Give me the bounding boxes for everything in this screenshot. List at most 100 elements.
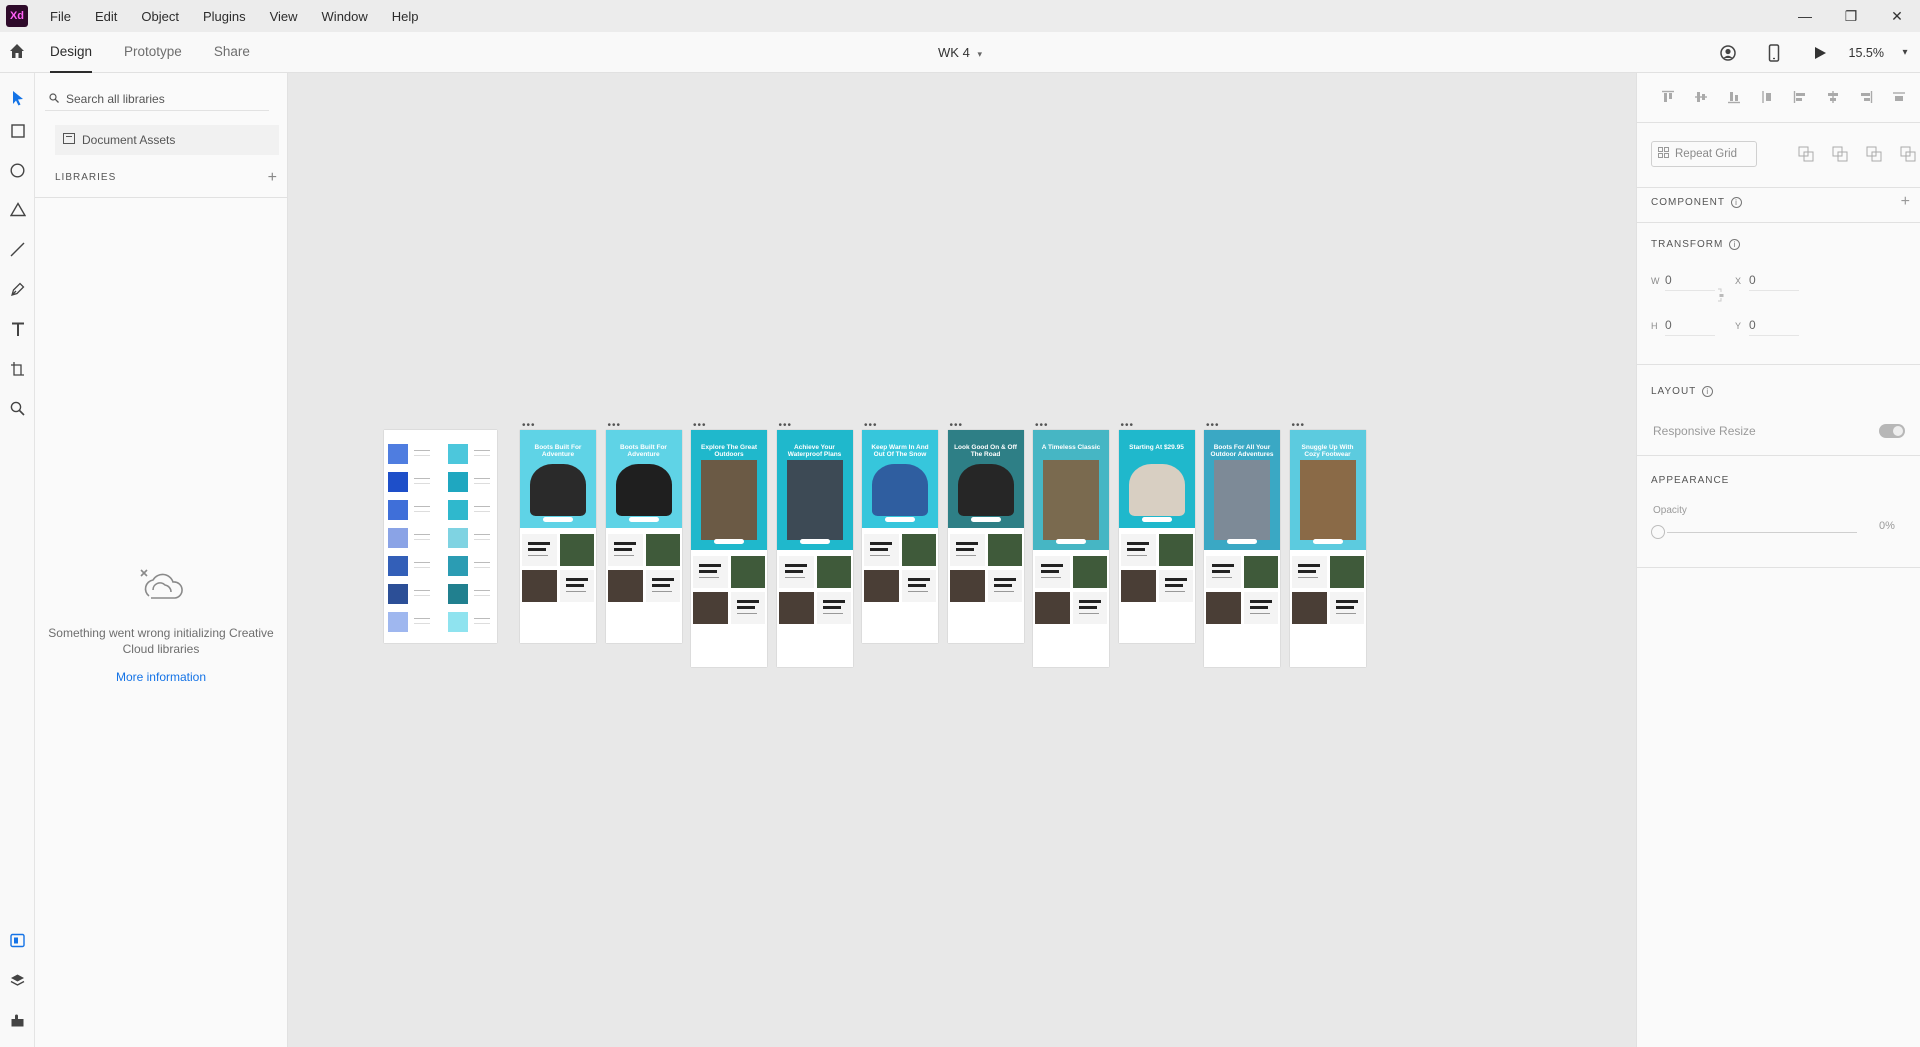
repeat-grid-button[interactable]: Repeat Grid: [1651, 141, 1757, 167]
menu-view[interactable]: View: [258, 9, 310, 24]
color-swatch[interactable]: [448, 528, 468, 548]
canvas[interactable]: ••• Boots Built For Adventure ••• Boots Bui…: [288, 73, 1636, 1047]
artboard-menu-icon[interactable]: •••: [693, 421, 707, 431]
library-search[interactable]: Search all libraries: [45, 87, 269, 111]
search-input[interactable]: Search all libraries: [66, 92, 165, 106]
width-input[interactable]: 0: [1665, 273, 1715, 291]
color-swatch[interactable]: [388, 528, 408, 548]
width-field[interactable]: W 0: [1651, 273, 1715, 291]
align-middle-icon[interactable]: [1684, 87, 1717, 107]
shop-now-button[interactable]: [1227, 539, 1257, 544]
color-swatch[interactable]: [388, 584, 408, 604]
libraries-panel-icon[interactable]: [7, 930, 28, 951]
artboard-menu-icon[interactable]: •••: [950, 421, 964, 431]
responsive-resize-toggle[interactable]: [1879, 424, 1905, 438]
artboard-tool-icon[interactable]: [7, 358, 28, 379]
artboard-menu-icon[interactable]: •••: [779, 421, 793, 431]
artboard-menu-icon[interactable]: •••: [864, 421, 878, 431]
artboard-style-guide[interactable]: [384, 430, 497, 643]
color-swatch[interactable]: [448, 500, 468, 520]
restore-button[interactable]: ❐: [1828, 0, 1874, 32]
menu-file[interactable]: File: [38, 9, 83, 24]
shop-now-button[interactable]: [799, 539, 830, 544]
artboard-email[interactable]: Achieve Your Waterproof Plans: [776, 430, 853, 667]
account-icon[interactable]: [1705, 44, 1751, 62]
shop-now-button[interactable]: [1141, 517, 1172, 522]
color-swatch[interactable]: [448, 556, 468, 576]
menu-window[interactable]: Window: [310, 9, 380, 24]
lock-aspect-icon[interactable]: [1717, 288, 1725, 307]
shop-now-button[interactable]: [714, 539, 744, 544]
align-left-icon[interactable]: [1783, 87, 1816, 107]
line-tool-icon[interactable]: [7, 239, 28, 260]
artboard-menu-icon[interactable]: •••: [1121, 421, 1135, 431]
menu-object[interactable]: Object: [129, 9, 191, 24]
polygon-tool-icon[interactable]: [7, 199, 28, 220]
color-swatch[interactable]: [448, 444, 468, 464]
opacity-value[interactable]: 0%: [1879, 520, 1895, 532]
add-boolean-icon[interactable]: [1789, 145, 1823, 163]
artboard-email[interactable]: Keep Warm In And Out Of The Snow: [862, 430, 938, 643]
height-field[interactable]: H 0: [1651, 318, 1715, 336]
ellipse-tool-icon[interactable]: [7, 160, 28, 181]
y-field[interactable]: Y 0: [1735, 318, 1799, 336]
tab-share[interactable]: Share: [214, 32, 250, 73]
color-swatch[interactable]: [388, 472, 408, 492]
minimize-button[interactable]: —: [1782, 0, 1828, 32]
add-component-plus-icon[interactable]: +: [1901, 193, 1910, 211]
more-information-link[interactable]: More information: [45, 670, 277, 684]
zoom-tool-icon[interactable]: [7, 398, 28, 419]
opacity-slider-knob[interactable]: [1651, 525, 1665, 539]
align-center-icon[interactable]: [1816, 87, 1849, 107]
menu-edit[interactable]: Edit: [83, 9, 129, 24]
rectangle-tool-icon[interactable]: [7, 120, 28, 141]
artboard-menu-icon[interactable]: •••: [1035, 421, 1049, 431]
home-icon[interactable]: [8, 42, 28, 62]
artboard-email[interactable]: Boots Built For Adventure: [520, 430, 596, 643]
distribute-horizontal-icon[interactable]: [1882, 87, 1915, 107]
color-swatch[interactable]: [448, 612, 468, 632]
exclude-boolean-icon[interactable]: [1891, 145, 1920, 163]
layers-panel-icon[interactable]: [7, 970, 28, 991]
align-right-icon[interactable]: [1849, 87, 1882, 107]
artboard-email[interactable]: Boots For All Your Outdoor Adventures: [1204, 430, 1280, 667]
info-icon[interactable]: i: [1731, 197, 1742, 208]
distribute-vertical-icon[interactable]: [1750, 87, 1783, 107]
select-tool-icon[interactable]: [7, 87, 28, 108]
color-swatch[interactable]: [448, 584, 468, 604]
document-assets-item[interactable]: Document Assets: [55, 125, 279, 155]
height-input[interactable]: 0: [1665, 318, 1715, 336]
x-input[interactable]: 0: [1749, 273, 1799, 291]
color-swatch[interactable]: [388, 556, 408, 576]
artboard-email[interactable]: Snuggle Up With Cozy Footwear: [1289, 430, 1366, 667]
artboard-email[interactable]: Boots Built For Adventure: [605, 430, 682, 643]
info-icon[interactable]: i: [1729, 239, 1741, 250]
artboard-menu-icon[interactable]: •••: [1206, 421, 1220, 431]
zoom-level[interactable]: 15.5%: [1843, 46, 1890, 60]
shop-now-button[interactable]: [1312, 539, 1343, 544]
subtract-boolean-icon[interactable]: [1823, 145, 1857, 163]
align-top-icon[interactable]: [1651, 87, 1684, 107]
tab-design[interactable]: Design: [50, 32, 93, 73]
color-swatch[interactable]: [388, 500, 408, 520]
shop-now-button[interactable]: [628, 517, 659, 522]
shop-now-button[interactable]: [885, 517, 915, 522]
artboard-email[interactable]: Explore The Great Outdoors: [691, 430, 767, 667]
menu-help[interactable]: Help: [380, 9, 431, 24]
artboard-menu-icon[interactable]: •••: [1292, 421, 1306, 431]
artboard-email[interactable]: Look Good On & Off The Road: [947, 430, 1024, 643]
color-swatch[interactable]: [388, 612, 408, 632]
text-tool-icon[interactable]: [7, 319, 28, 340]
shop-now-button[interactable]: [1056, 539, 1086, 544]
artboard-menu-icon[interactable]: •••: [608, 421, 622, 431]
intersect-boolean-icon[interactable]: [1857, 145, 1891, 163]
shop-now-button[interactable]: [543, 517, 573, 522]
document-title[interactable]: WK 4 ▾: [900, 45, 1020, 60]
device-preview-icon[interactable]: [1751, 43, 1797, 62]
tab-prototype[interactable]: Prototype: [124, 32, 182, 73]
play-icon[interactable]: [1797, 46, 1843, 60]
artboard-menu-icon[interactable]: •••: [522, 421, 536, 431]
x-field[interactable]: X 0: [1735, 273, 1799, 291]
close-button[interactable]: ✕: [1874, 0, 1920, 32]
y-input[interactable]: 0: [1749, 318, 1799, 336]
